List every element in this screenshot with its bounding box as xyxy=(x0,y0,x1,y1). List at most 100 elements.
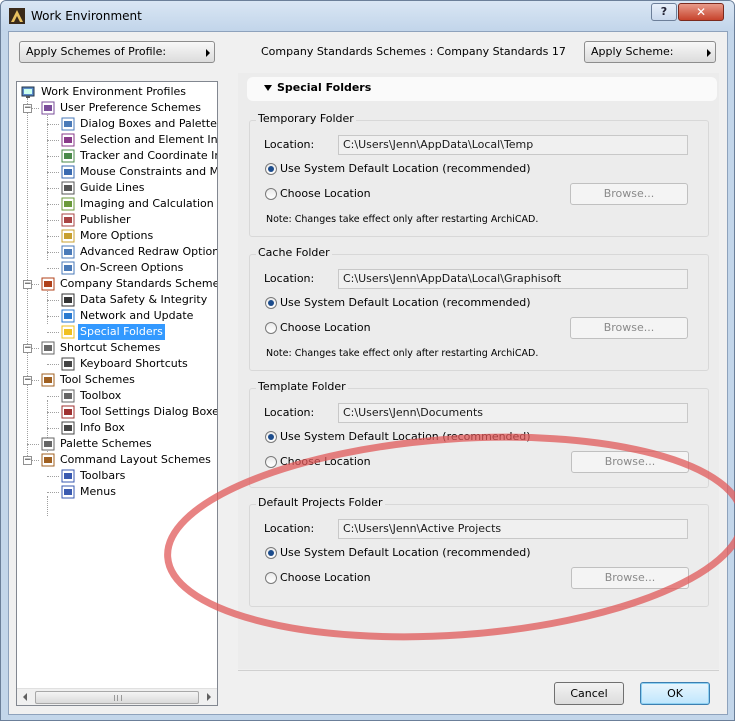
tree-item-more-options[interactable]: More Options xyxy=(61,228,217,244)
tree-item-imaging-and-calculation[interactable]: Imaging and Calculation xyxy=(61,196,217,212)
tree-item-special-folders[interactable]: Special Folders xyxy=(61,324,217,340)
collapse-toggle-icon[interactable]: − xyxy=(23,280,32,289)
tree-item-mouse-constraints-and-meth[interactable]: Mouse Constraints and Meth xyxy=(61,164,217,180)
tree-connector xyxy=(47,428,59,429)
tree-item-on-screen-options[interactable]: On-Screen Options xyxy=(61,260,217,276)
special-folders-section-header[interactable]: Special Folders xyxy=(247,77,717,101)
title-bar[interactable]: Work Environment ? ✕ xyxy=(1,1,734,31)
tree-connector xyxy=(47,316,59,317)
tree-item-user-preference-schemes[interactable]: User Preference Schemes xyxy=(41,100,217,116)
tree-item-label: Toolbox xyxy=(80,389,122,402)
tree-item-toolbox[interactable]: Toolbox xyxy=(61,388,217,404)
tree-item-work-environment-profiles[interactable]: Work Environment Profiles xyxy=(21,84,217,100)
choose-location-radio[interactable] xyxy=(265,322,277,334)
apply-scheme-button[interactable]: Apply Scheme: xyxy=(584,41,716,63)
cache-folder-browse-button[interactable]: Browse... xyxy=(570,317,688,339)
use-default-label[interactable]: Use System Default Location (recommended… xyxy=(280,162,531,175)
tree-connector xyxy=(47,332,59,333)
tree-item-menus[interactable]: Menus xyxy=(61,484,217,500)
arrow-right-icon xyxy=(707,49,711,57)
ok-button[interactable]: OK xyxy=(640,682,710,705)
tree-item-guide-lines[interactable]: Guide Lines xyxy=(61,180,217,196)
tree-item-keyboard-shortcuts[interactable]: Keyboard Shortcuts xyxy=(61,356,217,372)
apply-profile-label: Apply Schemes of Profile: xyxy=(26,45,167,58)
dialog-client-area: Apply Schemes of Profile: Company Standa… xyxy=(8,31,728,715)
choose-location-label[interactable]: Choose Location xyxy=(280,455,371,468)
tree-item-publisher[interactable]: Publisher xyxy=(61,212,217,228)
scroll-right-icon[interactable] xyxy=(200,689,217,705)
tree-item-label: Tracker and Coordinate Inpu xyxy=(80,149,217,162)
choose-location-label[interactable]: Choose Location xyxy=(280,187,371,200)
imaging-icon xyxy=(61,197,75,211)
scrollbar-thumb[interactable] xyxy=(35,691,199,704)
tree-item-shortcut-schemes[interactable]: Shortcut Schemes xyxy=(41,340,217,356)
tree-item-toolbars[interactable]: Toolbars xyxy=(61,468,217,484)
tree-item-data-safety-integrity[interactable]: Data Safety & Integrity xyxy=(61,292,217,308)
tree-item-info-box[interactable]: Info Box xyxy=(61,420,217,436)
tree-item-dialog-boxes-and-palettes[interactable]: Dialog Boxes and Palettes xyxy=(61,116,217,132)
menus-icon xyxy=(61,485,75,499)
tree-connector xyxy=(47,288,48,324)
use-default-radio[interactable] xyxy=(265,163,277,175)
tree-item-label: Special Folders xyxy=(78,324,165,340)
tree-horizontal-scrollbar[interactable] xyxy=(17,688,217,705)
use-default-radio[interactable] xyxy=(265,431,277,443)
tree-item-tracker-and-coordinate-inpu[interactable]: Tracker and Coordinate Inpu xyxy=(61,148,217,164)
tree-item-tool-schemes[interactable]: Tool Schemes xyxy=(41,372,217,388)
collapse-triangle-icon xyxy=(264,85,272,91)
tree-item-palette-schemes[interactable]: Palette Schemes xyxy=(41,436,217,452)
collapse-toggle-icon[interactable]: − xyxy=(23,376,32,385)
collapse-toggle-icon[interactable]: − xyxy=(23,456,32,465)
tree-item-label: Command Layout Schemes xyxy=(60,453,211,466)
scheme-tree[interactable]: Work Environment Profiles User Preferenc… xyxy=(16,81,218,706)
tree-connector xyxy=(47,236,59,237)
toolbars-icon xyxy=(61,469,75,483)
template-folder-browse-button[interactable]: Browse... xyxy=(571,451,689,473)
profiles-icon xyxy=(21,86,35,98)
arrow-right-icon xyxy=(206,49,210,57)
tree-connector xyxy=(47,492,59,493)
tree-item-label: Info Box xyxy=(80,421,125,434)
keyboard-shortcuts-icon xyxy=(61,357,75,371)
use-default-radio[interactable] xyxy=(265,297,277,309)
apply-schemes-of-profile-button[interactable]: Apply Schemes of Profile: xyxy=(19,41,215,63)
tree-connector xyxy=(47,220,59,221)
info-box-icon xyxy=(61,421,75,435)
toolbox-icon xyxy=(61,389,75,403)
temporary-folder-browse-button[interactable]: Browse... xyxy=(570,183,688,205)
restart-note: Note: Changes take effect only after res… xyxy=(266,348,539,359)
temporary-folder-location-field: C:\Users\Jenn\AppData\Local\Temp xyxy=(338,135,688,155)
cancel-button[interactable]: Cancel xyxy=(554,682,624,705)
tree-item-company-standards-schemes[interactable]: Company Standards Schemes xyxy=(41,276,217,292)
close-button[interactable]: ✕ xyxy=(678,3,724,21)
tree-item-advanced-redraw-options[interactable]: Advanced Redraw Options xyxy=(61,244,217,260)
dialog-boxes-icon xyxy=(61,117,75,131)
template-folder-location-field: C:\Users\Jenn\Documents xyxy=(338,403,688,423)
tree-connector xyxy=(47,496,48,516)
tree-item-selection-and-element-inforr[interactable]: Selection and Element Inforr xyxy=(61,132,217,148)
folder-icon xyxy=(61,325,75,339)
redraw-icon xyxy=(61,245,75,259)
tree-item-network-and-update[interactable]: Network and Update xyxy=(61,308,217,324)
use-default-label[interactable]: Use System Default Location (recommended… xyxy=(280,296,531,309)
selection-info-icon xyxy=(61,133,75,147)
choose-location-label[interactable]: Choose Location xyxy=(280,321,371,334)
choose-location-radio[interactable] xyxy=(265,188,277,200)
choose-location-label[interactable]: Choose Location xyxy=(280,571,371,584)
help-button[interactable]: ? xyxy=(651,3,677,21)
use-default-label[interactable]: Use System Default Location (recommended… xyxy=(280,546,531,559)
tree-item-label: Advanced Redraw Options xyxy=(80,245,218,258)
tree-item-tool-settings-dialog-boxes[interactable]: Tool Settings Dialog Boxes xyxy=(61,404,217,420)
choose-location-radio[interactable] xyxy=(265,456,277,468)
use-default-label[interactable]: Use System Default Location (recommended… xyxy=(280,430,531,443)
mouse-icon xyxy=(61,165,75,179)
tree-item-command-layout-schemes[interactable]: Command Layout Schemes xyxy=(41,452,217,468)
scroll-left-icon[interactable] xyxy=(17,689,34,705)
location-label: Location: xyxy=(264,522,315,535)
default-projects-folder-browse-button[interactable]: Browse... xyxy=(571,567,689,589)
choose-location-radio[interactable] xyxy=(265,572,277,584)
tree-item-label: Company Standards Schemes xyxy=(60,277,218,290)
collapse-toggle-icon[interactable]: − xyxy=(23,344,32,353)
collapse-toggle-icon[interactable]: − xyxy=(23,104,32,113)
use-default-radio[interactable] xyxy=(265,547,277,559)
